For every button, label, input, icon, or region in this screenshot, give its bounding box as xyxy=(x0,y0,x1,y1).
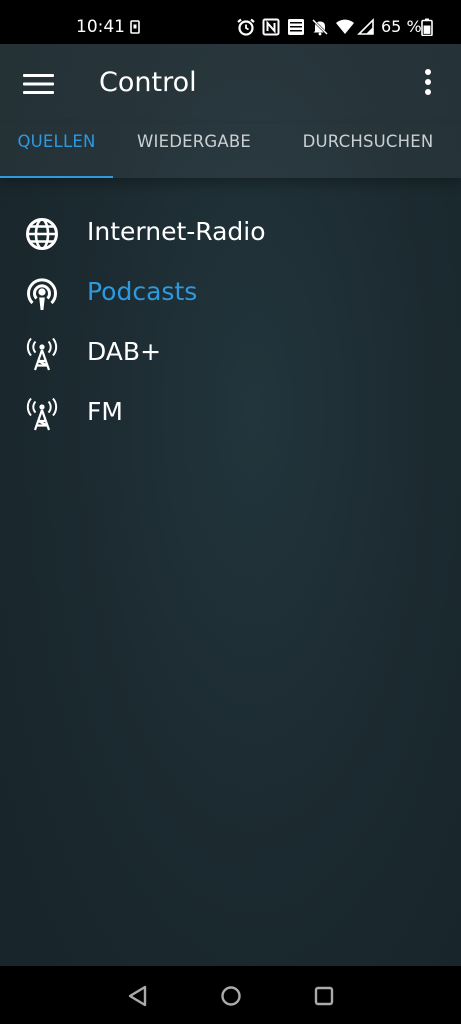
globe-icon xyxy=(26,218,58,250)
list-item-label: DAB+ xyxy=(87,337,162,366)
screen: 10:41 65 % Control QUELLEN WIEDERGABE DU… xyxy=(0,0,461,1024)
list-item-internet-radio[interactable]: Internet-Radio xyxy=(0,204,461,260)
tab-bar: QUELLEN WIEDERGABE DURCHSUCHEN xyxy=(0,124,461,178)
recents-icon[interactable] xyxy=(309,981,339,1011)
list-item-label: Internet-Radio xyxy=(87,217,266,246)
mute-icon xyxy=(312,19,328,36)
back-icon[interactable] xyxy=(123,981,153,1011)
menu-button[interactable] xyxy=(14,64,62,104)
battery-percentage: 65 % xyxy=(381,17,422,36)
more-vert-icon xyxy=(425,69,431,95)
page-title: Control xyxy=(99,67,197,98)
tab-wiedergabe[interactable]: WIEDERGABE xyxy=(120,124,268,178)
list-item-label: FM xyxy=(87,397,123,426)
status-bar: 10:41 65 % xyxy=(0,0,461,44)
wifi-icon xyxy=(336,19,354,34)
list-item-fm[interactable]: FM xyxy=(0,384,461,440)
tab-quellen[interactable]: QUELLEN xyxy=(0,124,113,178)
podcast-icon xyxy=(27,278,57,310)
hamburger-menu-icon xyxy=(23,74,54,94)
tab-indicator xyxy=(0,176,113,178)
app-bar: Control xyxy=(0,44,461,124)
signal-icon xyxy=(357,18,374,35)
system-nav-bar xyxy=(0,966,461,1024)
radio-tower-icon xyxy=(26,337,58,371)
tab-durchsuchen[interactable]: DURCHSUCHEN xyxy=(284,124,452,178)
screenshot-indicator-icon xyxy=(130,20,140,34)
radio-tower-icon xyxy=(26,397,58,431)
alarm-icon xyxy=(237,18,255,36)
nfc-icon xyxy=(262,18,280,36)
list-item-podcasts[interactable]: Podcasts xyxy=(0,264,461,320)
list-item-label: Podcasts xyxy=(87,277,198,306)
status-time: 10:41 xyxy=(76,17,125,37)
more-options-button[interactable] xyxy=(408,64,448,104)
battery-icon xyxy=(421,18,433,36)
volte-icon xyxy=(288,19,304,35)
list-item-dab-plus[interactable]: DAB+ xyxy=(0,324,461,380)
home-icon[interactable] xyxy=(216,981,246,1011)
